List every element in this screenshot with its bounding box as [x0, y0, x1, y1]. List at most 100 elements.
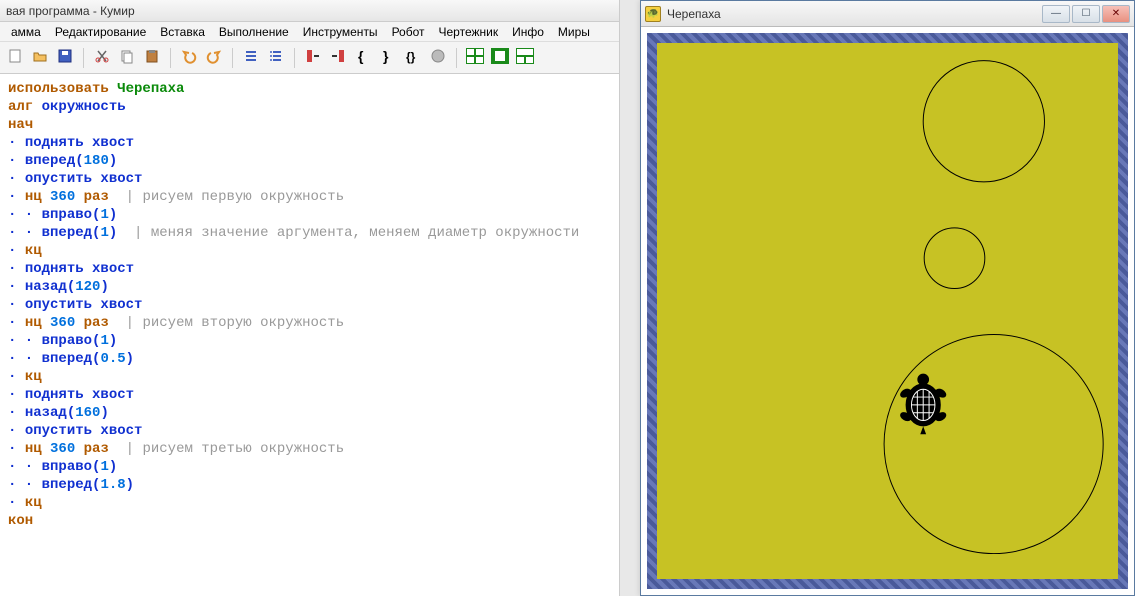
code-line[interactable]: · · вправо(1): [8, 458, 611, 476]
list1-button[interactable]: [240, 47, 262, 69]
code-line[interactable]: · назад(120): [8, 278, 611, 296]
step-over-button[interactable]: [327, 47, 349, 69]
code-line[interactable]: использовать Черепаха: [8, 80, 611, 98]
code-line[interactable]: · нц 360 раз | рисуем первую окружность: [8, 188, 611, 206]
svg-text:{: {: [358, 48, 364, 64]
code-line[interactable]: · поднять хвост: [8, 134, 611, 152]
token-dot: ·: [8, 189, 25, 205]
drawn-circle: [924, 228, 985, 289]
turtle-canvas[interactable]: [657, 43, 1118, 579]
code-line[interactable]: · нц 360 раз | рисуем вторую окружность: [8, 314, 611, 332]
save-button[interactable]: [54, 47, 76, 69]
token-cmt: | меняя значение аргумента, меняем диаме…: [117, 225, 579, 241]
toolbar-separator: [232, 48, 233, 68]
redo-button[interactable]: [203, 47, 225, 69]
toolbar: {} {}: [0, 42, 619, 74]
stop-button[interactable]: [427, 47, 449, 69]
token-num: 1.8: [100, 477, 125, 493]
code-line[interactable]: · кц: [8, 368, 611, 386]
close-button[interactable]: ✕: [1102, 5, 1130, 23]
brace-left-button[interactable]: {: [352, 47, 374, 69]
menu-инфо[interactable]: Инфо: [505, 23, 551, 41]
code-line[interactable]: · поднять хвост: [8, 386, 611, 404]
code-line[interactable]: · кц: [8, 494, 611, 512]
turtle-titlebar[interactable]: 🐢 Черепаха — ☐ ✕: [641, 1, 1134, 27]
token-num: 120: [75, 279, 100, 295]
code-line[interactable]: · назад(160): [8, 404, 611, 422]
code-line[interactable]: · · вперед(1) | меняя значение аргумента…: [8, 224, 611, 242]
code-line[interactable]: алг окружность: [8, 98, 611, 116]
token-cmd: опустить хвост: [25, 423, 143, 439]
menu-вставка[interactable]: Вставка: [153, 23, 212, 41]
new-file-button[interactable]: [4, 47, 26, 69]
toolbar-separator: [294, 48, 295, 68]
turtle-title: Черепаха: [667, 7, 721, 21]
token-kw: нц: [25, 189, 50, 205]
minimize-button[interactable]: —: [1042, 5, 1070, 23]
code-editor[interactable]: использовать Черепахаалг окружностьнач· …: [0, 74, 619, 596]
code-line[interactable]: · опустить хвост: [8, 170, 611, 188]
grid-green-1-button[interactable]: [464, 47, 486, 69]
code-line[interactable]: · поднять хвост: [8, 260, 611, 278]
token-dot: ·: [8, 423, 25, 439]
grid-green-2-button[interactable]: [489, 47, 511, 69]
code-line[interactable]: нач: [8, 116, 611, 134]
open-button[interactable]: [29, 47, 51, 69]
token-num: 1: [100, 207, 108, 223]
code-line[interactable]: · · вперед(1.8): [8, 476, 611, 494]
code-line[interactable]: · кц: [8, 242, 611, 260]
code-line[interactable]: · опустить хвост: [8, 422, 611, 440]
token-cmt: | рисуем вторую окружность: [109, 315, 344, 331]
token-cmd: вправо: [42, 207, 92, 223]
brace-pair-button[interactable]: {}: [402, 47, 424, 69]
token-dot: ·: [8, 315, 25, 331]
menu-чертежник[interactable]: Чертежник: [432, 23, 506, 41]
redo-icon: [206, 48, 222, 67]
list2-button[interactable]: [265, 47, 287, 69]
token-cmd: опустить хвост: [25, 297, 143, 313]
code-line[interactable]: · опустить хвост: [8, 296, 611, 314]
token-kw: кц: [25, 369, 42, 385]
token-num: 360: [50, 189, 75, 205]
brace-left-icon: {: [355, 48, 371, 67]
menu-выполнение[interactable]: Выполнение: [212, 23, 296, 41]
menu-редактирование[interactable]: Редактирование: [48, 23, 153, 41]
copy-button[interactable]: [116, 47, 138, 69]
menu-инструменты[interactable]: Инструменты: [296, 23, 385, 41]
token-kw: нач: [8, 117, 33, 133]
token-kw: раз: [75, 189, 109, 205]
brace-right-button[interactable]: }: [377, 47, 399, 69]
code-line[interactable]: кон: [8, 512, 611, 530]
maximize-button[interactable]: ☐: [1072, 5, 1100, 23]
svg-text:{}: {}: [406, 50, 416, 64]
token-kw: нц: [25, 315, 50, 331]
token-paren: ): [100, 405, 108, 421]
cut-button[interactable]: [91, 47, 113, 69]
token-dot: ·: [8, 153, 25, 169]
token-dot: ·: [8, 297, 25, 313]
menu-амма[interactable]: амма: [4, 23, 48, 41]
code-line[interactable]: · · вправо(1): [8, 206, 611, 224]
paste-button[interactable]: [141, 47, 163, 69]
code-line[interactable]: · · вправо(1): [8, 332, 611, 350]
menu-робот[interactable]: Робот: [385, 23, 432, 41]
token-dot: ·: [8, 135, 25, 151]
code-line[interactable]: · вперед(180): [8, 152, 611, 170]
step-in-button[interactable]: [302, 47, 324, 69]
code-line[interactable]: · · вперед(0.5): [8, 350, 611, 368]
token-paren: (: [75, 153, 83, 169]
grid-green-3-button[interactable]: [514, 47, 536, 69]
token-num: 360: [50, 315, 75, 331]
token-kw: раз: [75, 441, 109, 457]
token-num: 160: [75, 405, 100, 421]
token-cmd: вперед: [42, 351, 92, 367]
token-cmd: назад: [25, 279, 67, 295]
step-over-icon: [330, 48, 346, 67]
token-paren: ): [109, 459, 117, 475]
turtle-app-icon: 🐢: [645, 6, 661, 22]
code-line[interactable]: · нц 360 раз | рисуем третью окружность: [8, 440, 611, 458]
menu-миры[interactable]: Миры: [551, 23, 597, 41]
undo-button[interactable]: [178, 47, 200, 69]
grid-green-3-icon: [516, 48, 534, 67]
cut-icon: [94, 48, 110, 67]
